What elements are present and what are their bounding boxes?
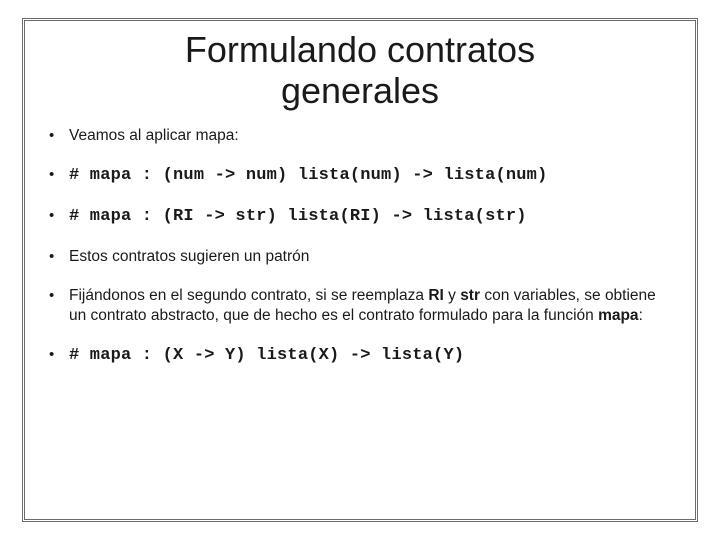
emph-str: str bbox=[460, 287, 480, 304]
code-contract-num: # mapa : (num -> num) lista(num) -> list… bbox=[69, 166, 547, 185]
bullet-text-part: Fijándonos en el segundo contrato, si se… bbox=[69, 287, 428, 304]
bullet-text-part: : bbox=[639, 307, 643, 324]
bullet-list: Veamos al aplicar mapa: # mapa : (num ->… bbox=[43, 126, 677, 387]
slide: Formulando contratos generales Veamos al… bbox=[0, 0, 720, 540]
bullet-item: Fijándonos en el segundo contrato, si se… bbox=[43, 286, 677, 328]
title-line-1: Formulando contratos bbox=[185, 29, 535, 70]
code-contract-ri: # mapa : (RI -> str) lista(RI) -> lista(… bbox=[69, 207, 527, 226]
bullet-item: # mapa : (RI -> str) lista(RI) -> lista(… bbox=[43, 206, 677, 229]
bullet-item: # mapa : (X -> Y) lista(X) -> lista(Y) bbox=[43, 345, 677, 368]
emph-ri: RI bbox=[428, 287, 444, 304]
bullet-text: Veamos al aplicar mapa: bbox=[69, 127, 239, 144]
slide-frame: Formulando contratos generales Veamos al… bbox=[22, 18, 698, 522]
emph-mapa: mapa bbox=[598, 307, 639, 324]
bullet-text-part: y bbox=[444, 287, 460, 304]
bullet-item: Estos contratos sugieren un patrón bbox=[43, 247, 677, 268]
title-line-2: generales bbox=[281, 70, 439, 111]
slide-title: Formulando contratos generales bbox=[43, 29, 677, 112]
bullet-item: Veamos al aplicar mapa: bbox=[43, 126, 677, 147]
code-contract-xy: # mapa : (X -> Y) lista(X) -> lista(Y) bbox=[69, 346, 464, 365]
bullet-text: Estos contratos sugieren un patrón bbox=[69, 248, 309, 265]
bullet-item: # mapa : (num -> num) lista(num) -> list… bbox=[43, 165, 677, 188]
